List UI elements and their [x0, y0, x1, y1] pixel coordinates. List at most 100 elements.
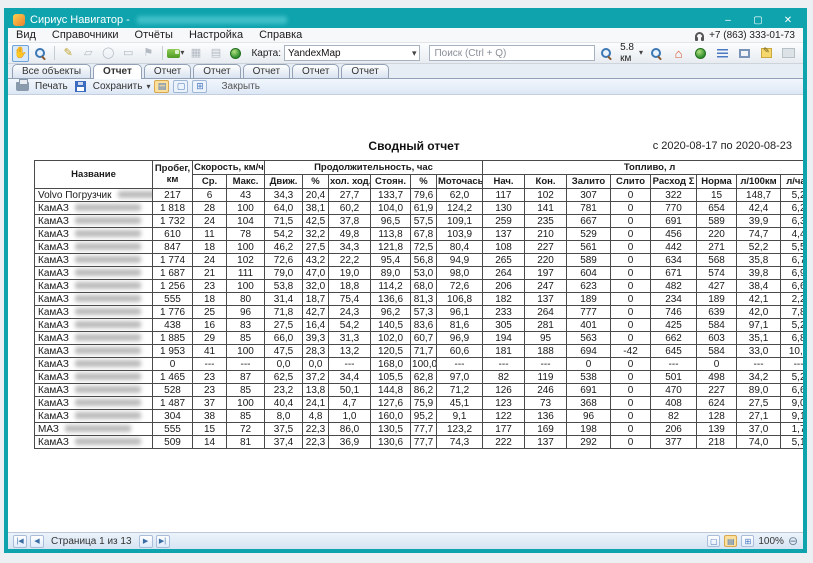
polygon-tool-button[interactable]: ▱ — [80, 45, 97, 62]
print-label[interactable]: Печать — [35, 81, 68, 92]
value-cell: 34,2 — [737, 371, 781, 384]
value-cell: 15 — [193, 423, 227, 436]
prev-page-button[interactable]: ◀ — [30, 535, 44, 548]
value-cell: 141 — [525, 202, 567, 215]
vehicles-button[interactable]: ▾ — [167, 45, 184, 62]
menu-item-вид[interactable]: Вид — [16, 29, 36, 41]
tab-4[interactable]: Отчет — [243, 64, 290, 78]
view-mode-fit-button[interactable]: ⊞ — [192, 80, 207, 93]
value-cell: 103,9 — [437, 228, 483, 241]
value-cell: 623 — [567, 280, 611, 293]
value-cell: 81,6 — [437, 319, 483, 332]
view-mode-single-button[interactable]: ▤ — [154, 80, 169, 93]
caret-down-icon[interactable]: ▾ — [639, 49, 643, 57]
frame-button[interactable] — [736, 45, 753, 62]
first-page-button[interactable]: |◀ — [13, 535, 27, 548]
value-cell: 307 — [567, 189, 611, 202]
value-cell: 79,6 — [411, 189, 437, 202]
value-cell: 72 — [227, 423, 265, 436]
object-list-button[interactable] — [714, 45, 731, 62]
layout-fit-page-button[interactable]: ▤ — [724, 535, 737, 547]
flag-tool-button[interactable]: ⚑ — [140, 45, 157, 62]
vehicle-name-cell: КамАЗ — [35, 280, 153, 293]
value-cell: 81 — [227, 436, 265, 449]
statusbar-right-group: ▢ ▤ ⊞ 100% ⊖ — [707, 534, 798, 548]
home-button[interactable]: ⌂ — [670, 45, 687, 62]
value-cell: 1 732 — [153, 215, 193, 228]
close-button[interactable]: ✕ — [773, 12, 803, 28]
value-cell: 4,4 — [781, 228, 803, 241]
print-button[interactable] — [14, 78, 31, 95]
value-cell: 95,4 — [371, 254, 411, 267]
screen: Сириус Навигатор - – ▢ ✕ ВидСправочникиО… — [0, 0, 813, 563]
rect-select-button[interactable]: ▭ — [120, 45, 137, 62]
value-cell: 528 — [153, 384, 193, 397]
menu-item-справка[interactable]: Справка — [259, 29, 302, 41]
layout-two-pages-button[interactable]: ⊞ — [741, 535, 754, 547]
value-cell: 177 — [483, 423, 525, 436]
value-cell: 42,5 — [303, 215, 329, 228]
value-cell: 0,0 — [265, 358, 303, 371]
value-cell: 130,5 — [371, 423, 411, 436]
value-cell: 122 — [483, 410, 525, 423]
redacted-plate — [75, 386, 141, 393]
tab-3[interactable]: Отчет — [193, 64, 240, 78]
map-provider-select[interactable]: YandexMap ▾ — [284, 45, 420, 61]
value-cell: 78 — [227, 228, 265, 241]
maximize-button[interactable]: ▢ — [743, 12, 773, 28]
close-report-button[interactable]: Закрыть — [221, 81, 260, 92]
value-cell: --- — [525, 358, 567, 371]
table-row: КамАЗ528238523,213,850,1144,886,271,2126… — [35, 384, 804, 397]
menu-item-настройка[interactable]: Настройка — [189, 29, 243, 41]
layout-one-page-button[interactable]: ▢ — [707, 535, 720, 547]
value-cell: 27,5 — [265, 319, 303, 332]
value-cell: 111 — [227, 267, 265, 280]
geo-button[interactable] — [227, 45, 244, 62]
circle-icon: ◯ — [102, 48, 114, 59]
value-cell: 102 — [227, 254, 265, 267]
value-cell: 25 — [193, 306, 227, 319]
zoom-tool-button[interactable] — [32, 45, 49, 62]
polygon-icon: ▱ — [84, 48, 92, 59]
value-cell: 60,2 — [329, 202, 371, 215]
floppy-icon — [75, 81, 86, 92]
last-page-button[interactable]: ▶| — [156, 535, 170, 548]
edit-track-button[interactable]: ✎ — [60, 45, 77, 62]
tab-2[interactable]: Отчет — [144, 64, 191, 78]
value-cell: 121,8 — [371, 241, 411, 254]
circle-tool-button[interactable]: ◯ — [100, 45, 117, 62]
tab-6[interactable]: Отчет — [341, 64, 388, 78]
snapshot-button[interactable] — [780, 45, 797, 62]
next-page-button[interactable]: ▶ — [139, 535, 153, 548]
tab-0[interactable]: Все объекты — [12, 64, 91, 78]
menu-item-отчёты[interactable]: Отчёты — [135, 29, 173, 41]
view-mode-continuous-button[interactable]: ▢ — [173, 80, 188, 93]
tab-5[interactable]: Отчет — [292, 64, 339, 78]
value-cell: 106,8 — [437, 293, 483, 306]
search-input[interactable] — [429, 45, 595, 61]
save-button[interactable] — [72, 78, 89, 95]
minimize-button[interactable]: – — [713, 12, 743, 28]
zoom-out-button[interactable] — [648, 45, 665, 62]
zoom-minus-icon[interactable]: ⊖ — [788, 534, 798, 548]
map-scale-value: 5.8 км — [620, 42, 634, 64]
col-filled: Залито — [567, 175, 611, 189]
pan-tool-button[interactable]: ✋ — [12, 45, 29, 62]
value-cell: 427 — [697, 280, 737, 293]
caret-down-icon[interactable]: ▾ — [146, 82, 150, 91]
value-cell: 0 — [611, 306, 651, 319]
road-layer-button[interactable]: ▤ — [207, 45, 224, 62]
value-cell: --- — [737, 358, 781, 371]
tab-1[interactable]: Отчет — [93, 64, 142, 79]
notes-button[interactable] — [758, 45, 775, 62]
zoom-in-button[interactable] — [598, 45, 615, 62]
save-label[interactable]: Сохранить — [93, 81, 143, 92]
value-cell: 5,2 — [781, 189, 803, 202]
bridge-layer-button[interactable]: ▦ — [187, 45, 204, 62]
menu-item-справочники[interactable]: Справочники — [52, 29, 119, 41]
col-idle: хол. ход. — [329, 175, 371, 189]
world-button[interactable] — [692, 45, 709, 62]
value-cell: 265 — [483, 254, 525, 267]
value-cell: 408 — [651, 397, 697, 410]
value-cell: 634 — [651, 254, 697, 267]
